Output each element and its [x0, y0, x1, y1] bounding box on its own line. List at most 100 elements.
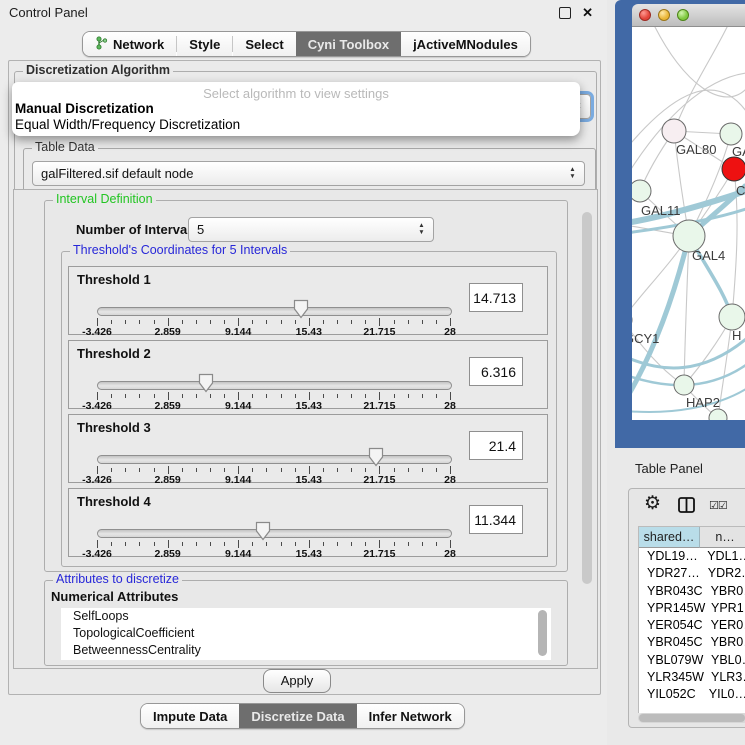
stepper-arrows-icon: ▲▼ — [568, 166, 577, 182]
table-cell: YPR1… — [703, 600, 745, 617]
table-header-row: shared…n… — [639, 527, 745, 548]
table-cell: YDL19… — [639, 548, 699, 565]
tab-cyni-toolbox[interactable]: Cyni Toolbox — [296, 32, 401, 56]
threshold-slider-track[interactable] — [97, 381, 452, 390]
network-edge — [632, 236, 689, 399]
table-row[interactable]: YDR27…YDR2… — [639, 565, 745, 582]
discretization-group-title: Discretization Algorithm — [23, 63, 173, 77]
table-cell: YER054C — [639, 617, 703, 634]
network-node-label: GA — [732, 144, 745, 159]
table-row[interactable]: YIL052CYIL0… — [639, 686, 745, 703]
table-data-select[interactable]: galFiltered.sif default node ▲▼ — [32, 161, 585, 186]
tab-discretize-data[interactable]: Discretize Data — [239, 704, 356, 728]
column-header[interactable]: shared… — [639, 527, 700, 548]
network-canvas[interactable]: GAL80GACGAL11GAL4GCY1HHAP2 — [632, 27, 745, 420]
thresholds-group: Threshold's Coordinates for 5 Intervals … — [61, 251, 557, 567]
threshold-value-field[interactable]: 11.344 — [469, 505, 523, 534]
network-window-titlebar[interactable] — [632, 4, 745, 27]
table-cell: YIL0… — [701, 686, 745, 703]
minimize-traffic-light-icon[interactable] — [658, 9, 670, 21]
attribute-list-item[interactable]: BetweennessCentrality — [61, 642, 551, 659]
threshold-value-field[interactable]: 6.316 — [469, 357, 523, 386]
algorithm-option-equal-width[interactable]: Equal Width/Frequency Discretization — [12, 117, 580, 133]
vertical-scrollbar[interactable] — [582, 212, 592, 584]
threshold-value-field[interactable]: 21.4 — [469, 431, 523, 460]
tick-label: 9.144 — [225, 548, 251, 560]
threshold-row: Threshold 3-3.4262.8599.14415.4321.71528… — [68, 414, 548, 483]
attribute-list-item[interactable]: TopologicalCoefficient — [61, 625, 551, 642]
split-view-icon[interactable] — [678, 497, 695, 513]
threshold-slider-track[interactable] — [97, 455, 452, 464]
apply-button[interactable]: Apply — [263, 669, 331, 693]
tab-label: Network — [113, 37, 164, 52]
table-row[interactable]: YBR045CYBR0… — [639, 634, 745, 651]
number-of-intervals-select[interactable]: 5 ▲▼ — [188, 217, 434, 242]
network-view-window: GAL80GACGAL11GAL4GCY1HHAP2 — [615, 0, 745, 448]
settings-scroll-area: Interval Definition Number of Intervals … — [13, 189, 598, 669]
network-node-label: GAL4 — [692, 248, 725, 263]
threshold-slider-thumb[interactable] — [368, 447, 384, 467]
table-data-value: galFiltered.sif default node — [41, 166, 193, 181]
threshold-slider-track[interactable] — [97, 307, 452, 316]
network-node-label: GCY1 — [632, 331, 659, 346]
network-node-pink[interactable] — [662, 119, 686, 143]
close-traffic-light-icon[interactable] — [639, 9, 651, 21]
tab-label: Discretize Data — [251, 709, 344, 724]
tick-label: 28 — [444, 474, 456, 486]
tab-jactivemnodules[interactable]: jActiveMNodules — [401, 32, 530, 56]
table-row[interactable]: YLR345WYLR3… — [639, 669, 745, 686]
horizontal-scrollbar[interactable] — [638, 713, 745, 723]
tab-infer-network[interactable]: Infer Network — [357, 704, 464, 728]
threshold-label: Threshold 4 — [77, 494, 151, 509]
threshold-slider-thumb[interactable] — [293, 299, 309, 319]
tick-label: -3.426 — [82, 400, 112, 412]
threshold-slider-thumb[interactable] — [255, 521, 271, 541]
control-panel: Control Panel ✕ NetworkStyleSelectCyni T… — [0, 0, 607, 745]
table-cell: YLR3… — [703, 669, 745, 686]
threshold-slider-track[interactable] — [97, 529, 452, 538]
numerical-attributes-label: Numerical Attributes — [51, 589, 178, 604]
zoom-traffic-light-icon[interactable] — [677, 9, 689, 21]
table-row[interactable]: YPR145WYPR1… — [639, 600, 745, 617]
select-columns-icon[interactable]: ☑☑ — [709, 499, 727, 512]
table-cell: YBR0… — [703, 634, 745, 651]
network-graph: GAL80GACGAL11GAL4GCY1HHAP2 — [632, 27, 745, 420]
slider-ticks — [97, 318, 450, 327]
tick-label: 28 — [444, 326, 456, 338]
tab-style[interactable]: Style — [177, 32, 232, 56]
algorithm-option-manual[interactable]: Manual Discretization — [12, 101, 580, 117]
column-header[interactable]: n… — [700, 527, 745, 548]
tick-label: 21.715 — [363, 400, 395, 412]
attribute-list-item[interactable]: SelfLoops — [61, 608, 551, 625]
threshold-slider-thumb[interactable] — [198, 373, 214, 393]
network-node-green[interactable] — [709, 409, 727, 420]
thresholds-group-title: Threshold's Coordinates for 5 Intervals — [70, 243, 290, 257]
slider-ticks — [97, 392, 450, 401]
network-node-green[interactable] — [719, 304, 745, 330]
algorithm-placeholder-option[interactable]: Select algorithm to view settings — [12, 82, 580, 101]
float-window-icon[interactable] — [559, 7, 571, 19]
network-node-green[interactable] — [674, 375, 694, 395]
table-cell: YER0… — [703, 617, 745, 634]
close-icon[interactable]: ✕ — [582, 5, 593, 21]
threshold-value-field[interactable]: 14.713 — [469, 283, 523, 312]
tab-select[interactable]: Select — [233, 32, 295, 56]
network-node-green[interactable] — [720, 123, 742, 145]
network-icon — [95, 36, 108, 53]
network-node-green[interactable] — [632, 180, 651, 202]
tab-impute-data[interactable]: Impute Data — [141, 704, 239, 728]
gear-icon[interactable]: ⚙ — [644, 492, 661, 515]
table-row[interactable]: YBL079WYBL0… — [639, 652, 745, 669]
list-scrollbar[interactable] — [538, 610, 547, 656]
table-row[interactable]: YBR043CYBR0… — [639, 583, 745, 600]
tick-label: 21.715 — [363, 474, 395, 486]
table-row[interactable]: YER054CYER0… — [639, 617, 745, 634]
tab-network[interactable]: Network — [83, 32, 176, 56]
numerical-attributes-list[interactable]: SelfLoopsTopologicalCoefficientBetweenne… — [61, 608, 551, 660]
network-node-label: GAL11 — [641, 203, 681, 218]
node-attribute-table[interactable]: shared…n…YDL19…YDL1…YDR27…YDR2…YBR043CYB… — [638, 526, 745, 713]
table-cell: YDL1… — [699, 548, 745, 565]
threshold-row: Threshold 1-3.4262.8599.14415.4321.71528… — [68, 266, 548, 335]
table-row[interactable]: YDL19…YDL1… — [639, 548, 745, 565]
network-node-red[interactable] — [722, 157, 745, 181]
